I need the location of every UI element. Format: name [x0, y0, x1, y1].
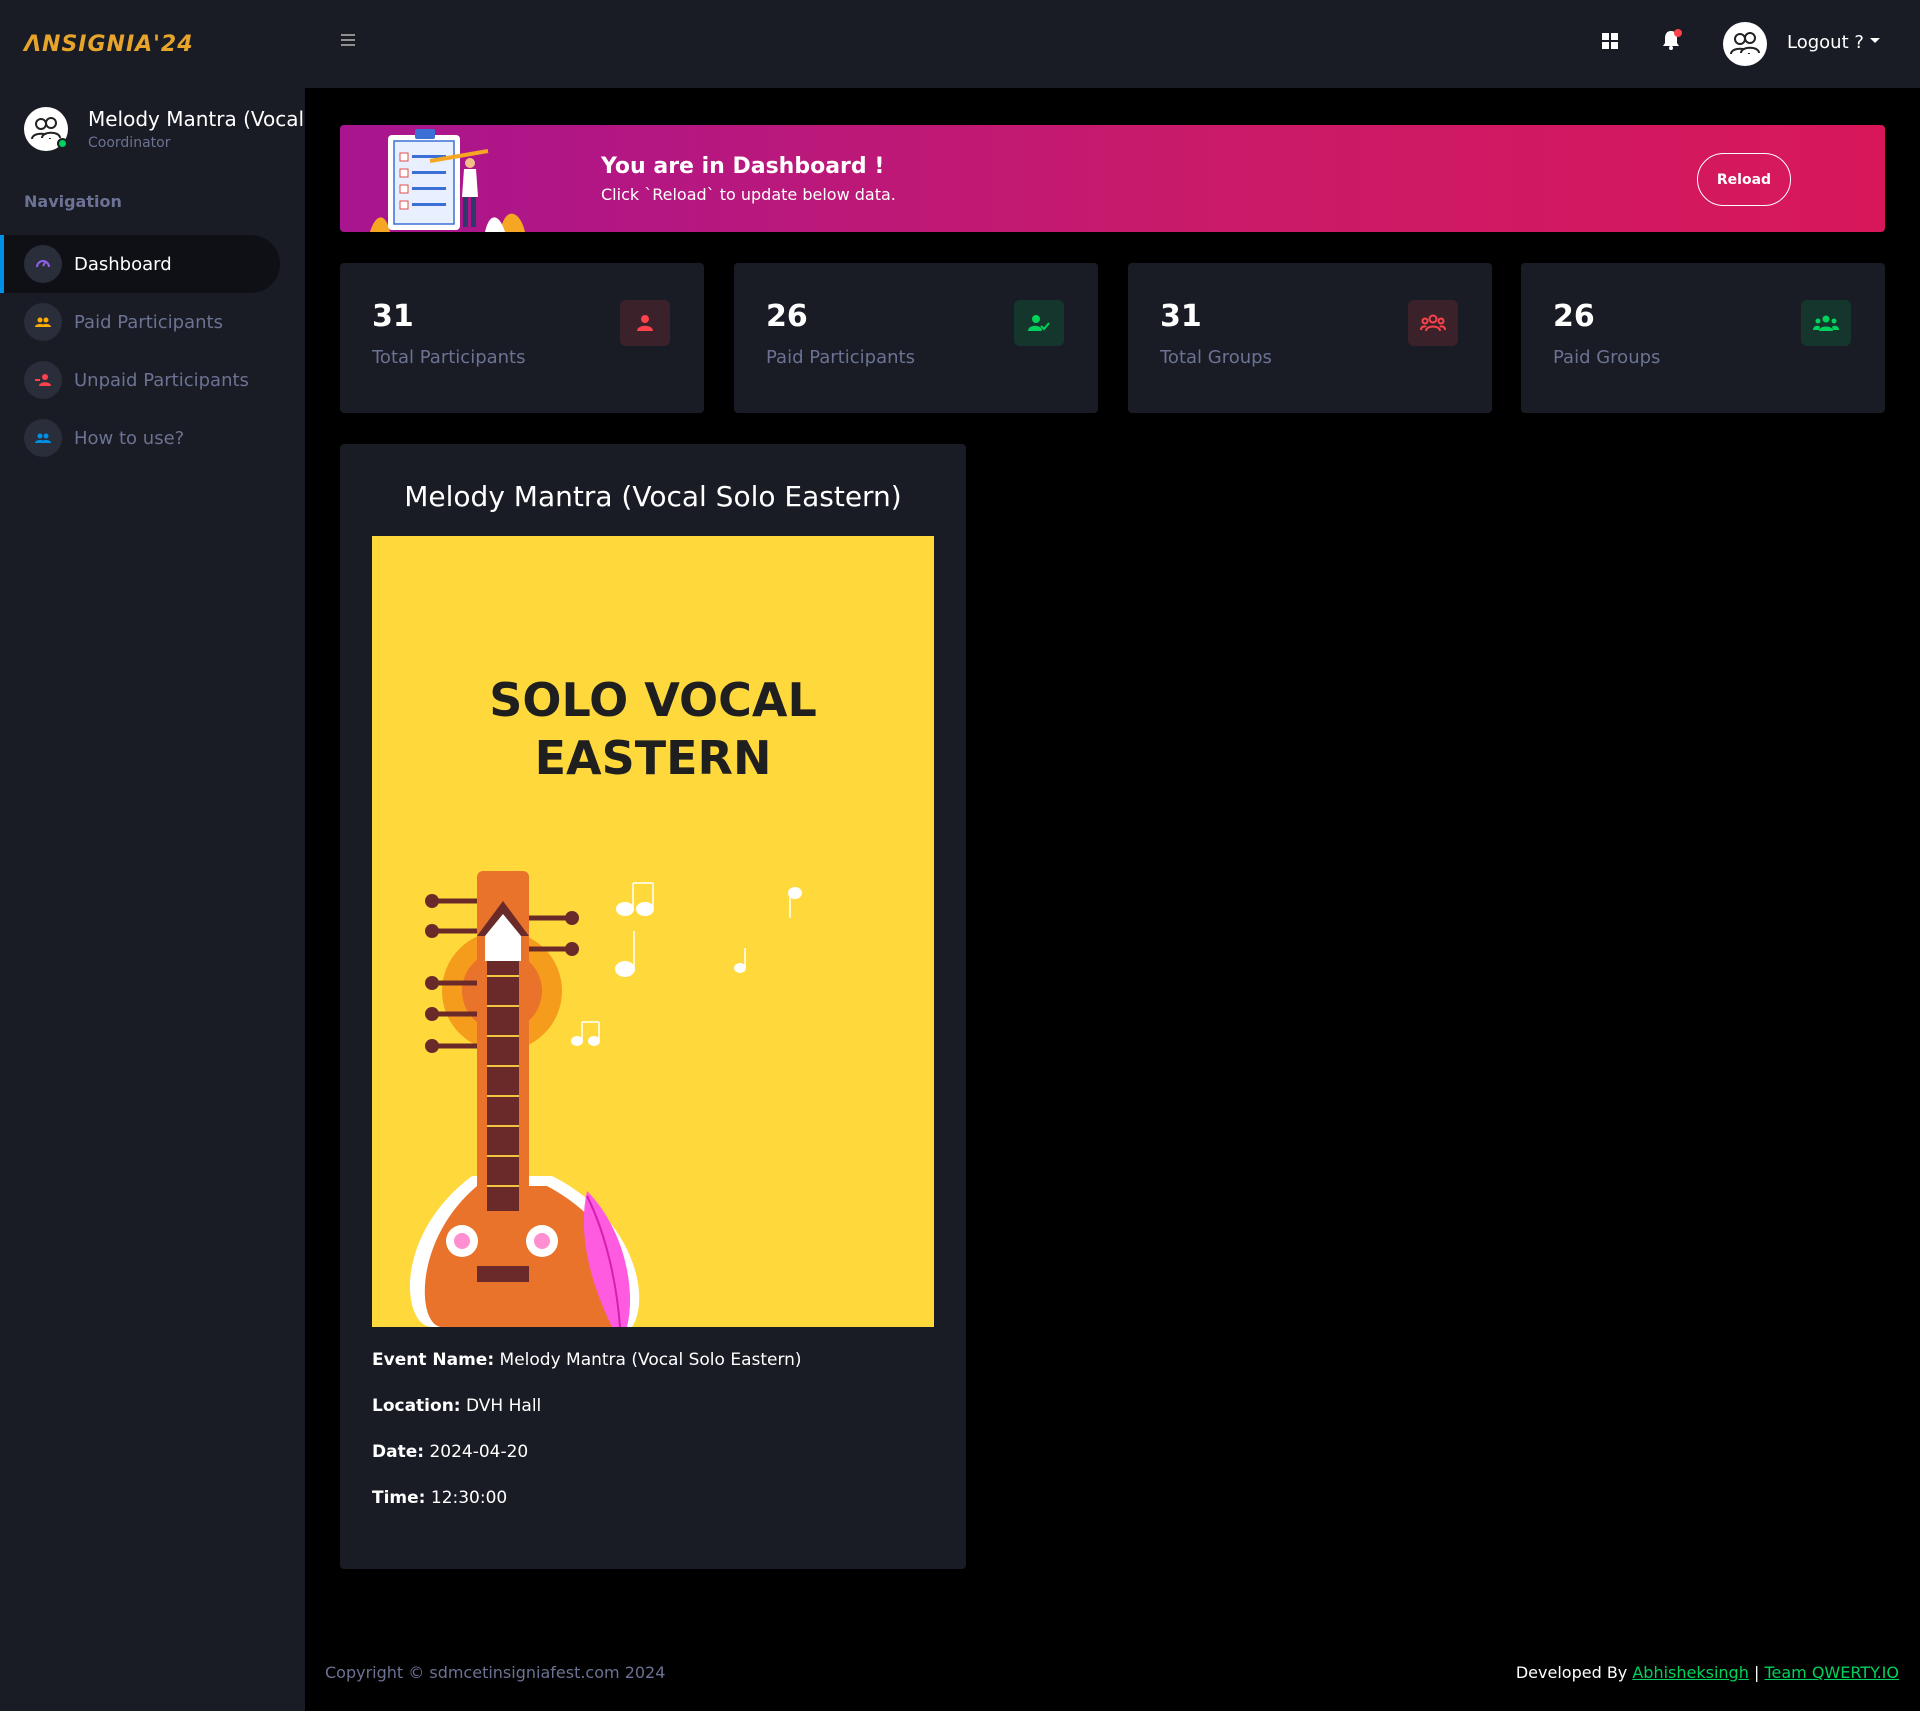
nav-category: Navigation [24, 192, 122, 211]
stat-label: Total Participants [372, 347, 526, 368]
sidebar-item-unpaid-participants[interactable]: Unpaid Participants [0, 351, 280, 409]
logout-label: Logout ? [1787, 32, 1864, 53]
sidebar-item-paid-participants[interactable]: Paid Participants [0, 293, 280, 351]
sidebar-item-label: How to use? [74, 427, 185, 449]
brand-logo[interactable]: ɅNSIGNIA'24 [24, 32, 194, 57]
notification-dot [1674, 29, 1682, 37]
online-status-dot [57, 138, 68, 149]
sidebar: ɅNSIGNIA'24 Melody Mantra (Vocal Solo Ea… [0, 0, 305, 1711]
event-location-value: DVH Hall [466, 1396, 542, 1416]
speedometer-icon [24, 245, 62, 283]
sidebar-item-label: Unpaid Participants [74, 369, 249, 391]
sidebar-item-label: Dashboard [74, 253, 172, 275]
sidebar-item-dashboard[interactable]: Dashboard [0, 235, 280, 293]
reload-button[interactable]: Reload [1697, 153, 1791, 206]
event-time-row: Time: 12:30:00 [372, 1488, 802, 1508]
brand[interactable]: ɅNSIGNIA'24 [0, 0, 305, 88]
stat-value: 31 [372, 299, 414, 334]
stat-label: Paid Participants [766, 347, 915, 368]
event-name-row: Event Name: Melody Mantra (Vocal Solo Ea… [372, 1350, 802, 1370]
stat-label: Total Groups [1160, 347, 1272, 368]
user-check-icon [1014, 300, 1064, 346]
team-link[interactable]: Team QWERTY.IO [1764, 1663, 1899, 1682]
footer-separator: | [1753, 1663, 1760, 1682]
developer-link[interactable]: Abhisheksingh [1632, 1663, 1749, 1682]
user-avatar[interactable] [1723, 22, 1767, 66]
copyright-text: Copyright © sdmcetinsigniafest.com 2024 [325, 1663, 666, 1682]
top-navbar: Logout ? [305, 0, 1920, 88]
event-card: Melody Mantra (Vocal Solo Eastern) SOLO … [340, 444, 966, 1569]
users-icon [1730, 32, 1760, 55]
event-poster: SOLO VOCAL EASTERN [372, 536, 934, 1327]
apps-grid-icon[interactable] [1602, 33, 1618, 49]
banner-title: You are in Dashboard ! [601, 154, 885, 179]
event-time-value: 12:30:00 [430, 1488, 508, 1508]
developed-by-label: Developed By [1515, 1663, 1628, 1682]
event-name-label: Event Name: [372, 1350, 495, 1370]
event-location-row: Location: DVH Hall [372, 1396, 802, 1416]
user-remove-icon [24, 361, 62, 399]
event-title: Melody Mantra (Vocal Solo Eastern) [404, 480, 902, 513]
checklist-illustration [370, 129, 525, 232]
group-outline-icon [1408, 300, 1458, 346]
sidebar-item-label: Paid Participants [74, 311, 223, 333]
sidebar-item-how-to-use[interactable]: How to use? [0, 409, 280, 467]
stat-value: 26 [1553, 299, 1595, 334]
group-icon [1801, 300, 1851, 346]
event-date-value: 2024-04-20 [429, 1442, 529, 1462]
nav-list: Dashboard Paid Participants Unpaid Parti… [0, 235, 305, 467]
event-date-row: Date: 2024-04-20 [372, 1442, 802, 1462]
stat-card-total-participants: 31 Total Participants [340, 263, 704, 413]
stat-value: 31 [1160, 299, 1202, 334]
stat-label: Paid Groups [1553, 347, 1661, 368]
profile-name: Melody Mantra (Vocal Solo Eastern) [88, 107, 305, 131]
event-date-label: Date: [372, 1442, 425, 1462]
avatar [24, 107, 68, 151]
event-location-label: Location: [372, 1396, 461, 1416]
group-icon [24, 303, 62, 341]
chevron-down-icon [1869, 37, 1880, 43]
event-name-value: Melody Mantra (Vocal Solo Eastern) [499, 1350, 802, 1370]
user-icon [620, 300, 670, 346]
sitar-illustration [409, 871, 802, 1327]
profile: Melody Mantra (Vocal Solo Eastern) Coord… [0, 88, 305, 158]
menu-toggle-icon[interactable] [341, 34, 355, 49]
event-details: Event Name: Melody Mantra (Vocal Solo Ea… [372, 1350, 802, 1534]
people-icon [24, 419, 62, 457]
logout-dropdown[interactable]: Logout ? [1787, 32, 1880, 53]
notification-bell-icon[interactable] [1662, 29, 1682, 54]
stat-card-paid-groups: 26 Paid Groups [1521, 263, 1885, 413]
event-time-label: Time: [372, 1488, 426, 1508]
stat-value: 26 [766, 299, 808, 334]
profile-role: Coordinator [88, 135, 171, 151]
banner-subtitle: Click `Reload` to update below data. [601, 185, 896, 204]
dashboard-banner: You are in Dashboard ! Click `Reload` to… [340, 125, 1885, 232]
stat-card-total-groups: 31 Total Groups [1128, 263, 1492, 413]
developer-credit: Developed By Abhisheksingh | Team QWERTY… [1516, 1663, 1899, 1682]
stat-card-paid-participants: 26 Paid Participants [734, 263, 1098, 413]
